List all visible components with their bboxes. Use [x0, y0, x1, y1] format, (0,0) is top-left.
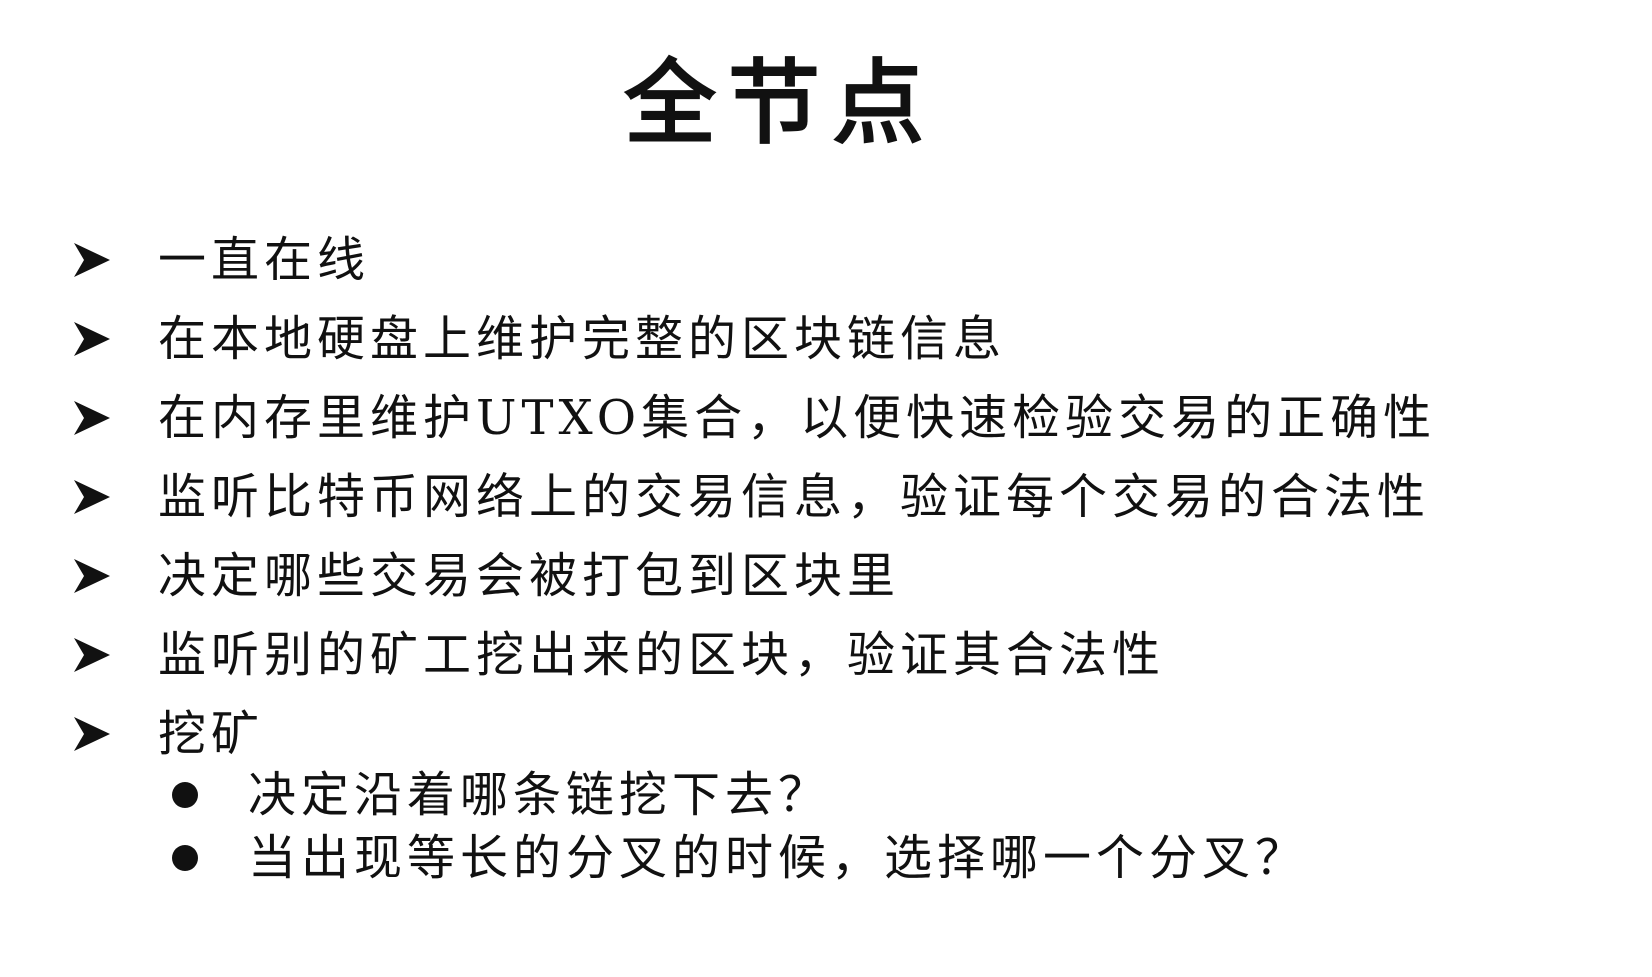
bullet-item: 在内存里维护UTXO集合，以便快速检验交易的正确性 [72, 378, 1436, 457]
arrowhead-bullet-icon [72, 556, 158, 596]
bullet-list: 一直在线 在本地硬盘上维护完整的区块链信息 在内存里维护UTXO集合，以便快速检… [72, 220, 1436, 773]
bullet-item: 监听别的矿工挖出来的区块，验证其合法性 [72, 615, 1436, 694]
sub-bullet-item: 当出现等长的分叉的时候，选择哪一个分叉？ [168, 826, 1308, 889]
arrowhead-bullet-icon [72, 240, 158, 280]
filled-circle-bullet-icon [168, 844, 248, 871]
bullet-text: 在本地硬盘上维护完整的区块链信息 [158, 310, 1007, 367]
arrowhead-bullet-icon [72, 319, 158, 359]
sub-bullet-text: 当出现等长的分叉的时候，选择哪一个分叉？ [248, 829, 1309, 886]
bullet-item: 挖矿 [72, 694, 1436, 773]
bullet-text: 监听比特币网络上的交易信息，验证每个交易的合法性 [158, 468, 1431, 525]
bullet-item: 一直在线 [72, 220, 1436, 299]
arrowhead-bullet-icon [72, 635, 158, 675]
bullet-item: 决定哪些交易会被打包到区块里 [72, 536, 1436, 615]
bullet-text: 挖矿 [158, 705, 265, 762]
filled-circle-bullet-icon [168, 781, 248, 808]
arrowhead-bullet-icon [72, 398, 158, 438]
slide-title: 全节点 [623, 49, 936, 157]
bullet-item: 监听比特币网络上的交易信息，验证每个交易的合法性 [72, 457, 1436, 536]
arrowhead-bullet-icon [72, 714, 158, 754]
sub-bullet-text: 决定沿着哪条链挖下去？ [248, 766, 832, 823]
bullet-text: 决定哪些交易会被打包到区块里 [158, 547, 901, 604]
bullet-text: 在内存里维护UTXO集合，以便快速检验交易的正确性 [158, 389, 1437, 446]
slide: 全节点 一直在线 在本地硬盘上维护完整的区块链信息 在内存里维护UTXO集合，以… [0, 0, 1652, 977]
sub-bullet-list: 决定沿着哪条链挖下去？ 当出现等长的分叉的时候，选择哪一个分叉？ [168, 763, 1308, 889]
bullet-item: 在本地硬盘上维护完整的区块链信息 [72, 299, 1436, 378]
bullet-text: 一直在线 [158, 231, 371, 288]
sub-bullet-item: 决定沿着哪条链挖下去？ [168, 763, 1308, 826]
bullet-text: 监听别的矿工挖出来的区块，验证其合法性 [158, 626, 1166, 683]
arrowhead-bullet-icon [72, 477, 158, 517]
